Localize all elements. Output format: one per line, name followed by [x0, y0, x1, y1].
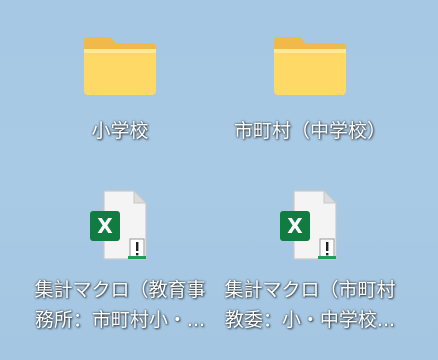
folder-shogakko[interactable]: 小学校: [20, 10, 220, 170]
folder-label: 小学校: [91, 120, 149, 142]
excel-file-shichoson-kyoi[interactable]: X 集計マクロ（市町村 教委：小・中学校...: [210, 180, 410, 340]
excel-macro-file-icon: X: [80, 185, 160, 265]
file-label-line-2: 務所：市町村小・...: [34, 309, 206, 331]
folder-icon: [80, 32, 160, 98]
file-label-line-1: 集計マクロ（市町村: [224, 279, 396, 301]
svg-text:X: X: [287, 214, 303, 238]
folder-shichoson[interactable]: 市町村（中学校）: [210, 10, 410, 170]
excel-file-kyoiku-jimusho[interactable]: X 集計マクロ（教育事 務所：市町村小・...: [20, 180, 220, 340]
svg-text:X: X: [97, 214, 113, 238]
file-label: 集計マクロ（教育事 務所：市町村小・...: [34, 275, 205, 335]
folder-icon: [270, 32, 350, 98]
desktop: 小学校 市町村（中学校） X 集計マクロ（教育事 務所：市町村小・... X 集…: [0, 0, 438, 360]
folder-label: 市町村（中学校）: [233, 120, 386, 142]
file-label-line-2: 教委：小・中学校...: [224, 309, 396, 331]
file-label: 集計マクロ（市町村 教委：小・中学校...: [224, 275, 395, 335]
excel-macro-file-icon: X: [270, 185, 350, 265]
file-label-line-1: 集計マクロ（教育事: [34, 279, 206, 301]
